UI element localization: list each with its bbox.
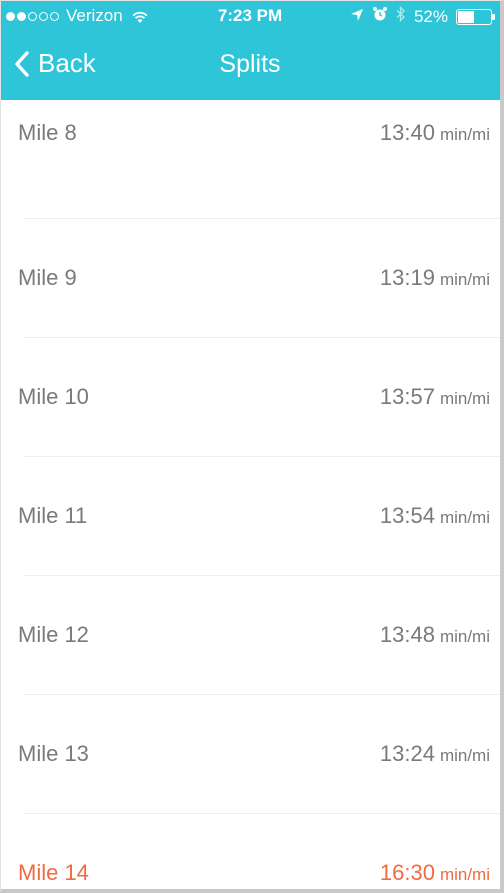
split-pace-value: 16:30 <box>379 860 435 885</box>
split-mile-label: Mile 10 <box>18 384 89 409</box>
split-pace-value: 13:24 <box>379 741 435 766</box>
alarm-clock-icon <box>372 6 388 27</box>
split-pace-unit: min/mi <box>439 627 490 646</box>
split-pace-value: 13:19 <box>379 265 435 290</box>
bluetooth-icon <box>396 5 406 27</box>
status-icons: 52% <box>342 5 495 27</box>
battery-percent: 52% <box>413 6 448 26</box>
split-pace-unit: min/mi <box>439 270 490 289</box>
split-pace-value: 13:48 <box>379 622 435 647</box>
page-title: Splits <box>219 50 281 78</box>
header: Verizon 7:23 PM 52% Back Splits <box>0 0 500 100</box>
split-row: Mile 14 16:30 min/mi <box>0 814 500 893</box>
status-bar: Verizon 7:23 PM 52% <box>0 0 500 32</box>
split-mile-label: Mile 8 <box>18 120 77 145</box>
split-mile-label: Mile 9 <box>18 265 77 290</box>
split-pace-value: 13:57 <box>379 384 435 409</box>
split-pace-value: 13:40 <box>379 120 435 145</box>
split-row: Mile 13 13:24 min/mi <box>0 695 500 814</box>
split-pace: 13:48 min/mi <box>380 622 490 648</box>
split-pace: 13:24 min/mi <box>380 741 490 767</box>
split-row: Mile 8 13:40 min/mi <box>0 100 500 219</box>
split-pace-unit: min/mi <box>439 865 490 884</box>
split-mile-label: Mile 13 <box>18 741 89 766</box>
battery-fill <box>458 10 474 23</box>
split-pace-unit: min/mi <box>439 746 490 765</box>
split-mile-label: Mile 14 <box>18 860 89 885</box>
split-row: Mile 10 13:57 min/mi <box>0 338 500 457</box>
split-pace-value: 13:54 <box>379 503 435 528</box>
nav-bar: Back Splits <box>0 32 500 100</box>
split-mile-label: Mile 12 <box>18 622 89 647</box>
split-row: Mile 9 13:19 min/mi <box>0 219 500 338</box>
splits-list: Mile 8 13:40 min/mi Mile 9 13:19 min/mi Mile 1… <box>0 100 500 893</box>
split-row: Mile 11 13:54 min/mi <box>0 457 500 576</box>
split-pace: 13:54 min/mi <box>380 503 490 529</box>
location-arrow-icon <box>350 7 364 27</box>
split-pace-unit: min/mi <box>439 125 490 144</box>
split-pace: 16:30 min/mi <box>380 860 490 886</box>
split-pace: 13:57 min/mi <box>380 384 490 410</box>
split-pace-unit: min/mi <box>439 508 490 527</box>
split-row: Mile 12 13:48 min/mi <box>0 576 500 695</box>
battery-icon <box>456 8 495 25</box>
split-pace-unit: min/mi <box>439 389 490 408</box>
battery-nub <box>492 13 495 20</box>
split-mile-label: Mile 11 <box>18 503 88 528</box>
split-pace: 13:40 min/mi <box>380 120 490 146</box>
split-pace: 13:19 min/mi <box>380 265 490 291</box>
